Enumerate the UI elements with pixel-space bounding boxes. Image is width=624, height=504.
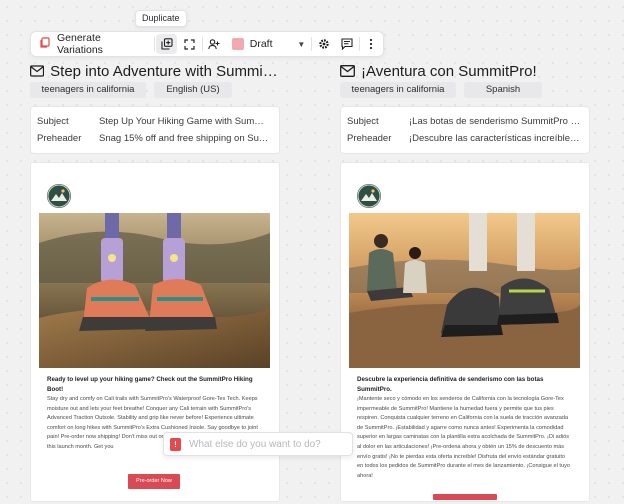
email-body: Descubre la experiencia definitiva de se…	[357, 375, 571, 481]
subject-value: ¡Las botas de senderismo SummitPro están…	[409, 116, 581, 127]
body-text: ¡Mantente seco y cómodo en los senderos …	[357, 396, 570, 479]
prompt-input[interactable]	[189, 438, 339, 450]
duplicate-icon	[161, 38, 173, 50]
audience-tag[interactable]: teenagers in california	[30, 82, 146, 98]
summitpro-logo	[357, 184, 381, 208]
hero-image	[349, 213, 580, 368]
preheader-value: Snag 15% off and free shipping on Summ..…	[99, 133, 271, 144]
duplicate-tooltip: Duplicate	[135, 10, 187, 27]
duplicate-button[interactable]	[155, 34, 178, 54]
comment-icon	[341, 38, 353, 50]
audience-tag[interactable]: teenagers in california	[340, 82, 456, 98]
subject-row[interactable]: Subject Step Up Your Hiking Game with Su…	[37, 113, 271, 130]
chevron-down-icon: ▼	[297, 39, 306, 49]
hero-image	[39, 213, 270, 368]
subject-line: Step into Adventure with SummitPr...	[50, 62, 280, 80]
status-select[interactable]: Draft ▼	[226, 32, 312, 56]
comment-button[interactable]	[337, 34, 358, 54]
add-user-icon	[208, 38, 220, 49]
preheader-value: ¡Descubre las características increíbles…	[409, 133, 581, 144]
mail-icon	[340, 65, 355, 77]
generate-variations-label: Generate Variations	[57, 32, 103, 56]
copy-icon	[39, 36, 51, 52]
divider	[201, 37, 203, 51]
toolbar: Generate Variations Draft ▼	[30, 31, 384, 57]
subject-key: Subject	[37, 116, 69, 127]
tag-list: teenagers in california English (US)	[30, 82, 280, 98]
status-label: Draft	[249, 38, 273, 50]
language-tag[interactable]: Spanish	[464, 82, 542, 98]
pre-order-button[interactable]: Pre-order Now	[128, 474, 180, 489]
language-tag[interactable]: English (US)	[154, 82, 232, 98]
subject-title: Step into Adventure with SummitPr...	[30, 60, 280, 82]
tag-list: teenagers in california Spanish	[340, 82, 590, 98]
preheader-row[interactable]: Preheader ¡Descubre las características …	[347, 130, 581, 147]
expand-icon	[184, 38, 195, 50]
generate-variations-button[interactable]: Generate Variations	[31, 32, 154, 56]
assistant-icon: !	[170, 437, 181, 451]
expand-button[interactable]	[179, 34, 200, 54]
email-meta: Subject Step Up Your Hiking Game with Su…	[30, 106, 280, 154]
subject-row[interactable]: Subject ¡Las botas de senderismo SummitP…	[347, 113, 581, 130]
body-lead: Descubre la experiencia definitiva de se…	[357, 376, 544, 393]
subject-value: Step Up Your Hiking Game with SummitPro …	[99, 116, 271, 127]
email-meta: Subject ¡Las botas de senderismo SummitP…	[340, 106, 590, 154]
email-preview-card[interactable]: Descubre la experiencia definitiva de se…	[340, 162, 590, 502]
subject-key: Subject	[347, 116, 379, 127]
summitpro-logo	[47, 184, 71, 208]
variant-spanish: ¡Aventura con SummitPro! teenagers in ca…	[340, 60, 590, 502]
status-swatch	[231, 38, 244, 50]
settings-button[interactable]	[313, 34, 334, 54]
preheader-key: Preheader	[347, 133, 392, 144]
more-options-button[interactable]	[361, 34, 382, 54]
prompt-bar: !	[163, 432, 353, 456]
preheader-row[interactable]: Preheader Snag 15% off and free shipping…	[37, 130, 271, 147]
assign-user-button[interactable]	[203, 34, 224, 54]
body-lead: Ready to level up your hiking game? Chec…	[47, 376, 253, 393]
subject-title: ¡Aventura con SummitPro!	[340, 60, 590, 82]
divider	[311, 37, 313, 51]
gear-icon	[319, 39, 329, 49]
subject-line: ¡Aventura con SummitPro!	[361, 62, 537, 80]
more-vertical-icon	[370, 38, 373, 50]
preheader-key: Preheader	[37, 133, 82, 144]
mail-icon	[30, 65, 45, 77]
cta-button[interactable]	[433, 494, 497, 500]
divider	[358, 37, 360, 51]
divider	[153, 37, 155, 51]
